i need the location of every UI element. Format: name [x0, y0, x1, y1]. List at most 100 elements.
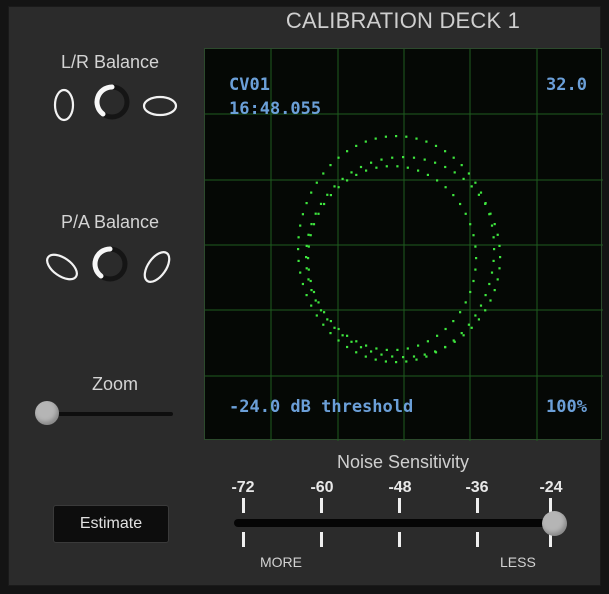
scope-trace-dot: [365, 169, 368, 172]
scope-trace-dot: [496, 233, 499, 236]
scope-trace-dot: [474, 245, 477, 248]
noise-tick-label: -36: [465, 479, 489, 496]
scope-trace-dot: [426, 173, 429, 176]
zoom-slider-track[interactable]: [47, 412, 173, 416]
scope-trace-dot: [426, 340, 429, 343]
scope-trace-dot: [346, 150, 349, 153]
scope-trace-dot: [314, 212, 317, 215]
noise-tick-label: -60: [310, 479, 334, 496]
scope-trace-dot: [444, 150, 447, 153]
scope-trace-dot: [314, 299, 317, 302]
scope-trace-dot: [452, 194, 455, 197]
scope-trace-dot: [333, 185, 336, 188]
scope-trace-dot: [477, 193, 480, 196]
lr-right-ellipse-icon: [142, 95, 178, 117]
scope-trace-dot: [460, 332, 463, 335]
scope-trace-dot: [492, 236, 495, 239]
noise-tick-mark: [398, 532, 401, 547]
scope-trace-dot: [436, 334, 439, 337]
scope-trace-dot: [319, 202, 323, 205]
scope-trace-dot: [323, 202, 326, 206]
scope-trace-dot: [355, 173, 358, 176]
scope-trace-dot: [364, 140, 367, 143]
scope-trace-dot: [460, 164, 463, 167]
scope-trace-dot: [493, 223, 496, 226]
noise-sensitivity-label: Noise Sensitivity: [336, 452, 470, 472]
scope-trace-dot: [490, 224, 494, 227]
scope-trace-dot: [310, 289, 313, 292]
noise-tick-mark: [476, 498, 479, 513]
scope-trace-dot: [323, 311, 326, 314]
estimate-button[interactable]: Estimate: [53, 505, 169, 543]
scope-trace-dot: [396, 165, 399, 168]
scope-trace-dot: [395, 135, 398, 138]
noise-tick-mark: [242, 498, 245, 513]
noise-tick-mark: [476, 532, 479, 547]
scope-trace-dot: [305, 256, 308, 259]
scope-trace-dot: [423, 353, 426, 356]
scope-trace-dot: [493, 289, 496, 292]
scope-trace-dot: [417, 169, 420, 172]
scope-trace-dot: [305, 202, 308, 205]
scope-trace-dot: [470, 326, 473, 329]
noise-more-label: MORE: [260, 554, 302, 570]
scope-trace-dot: [346, 179, 349, 182]
scope-trace-dot: [346, 345, 349, 349]
noise-tick-label: -24: [539, 479, 563, 496]
scope-trace-dot: [337, 339, 340, 342]
noise-sensitivity-thumb[interactable]: [542, 511, 567, 536]
scope-trace-dot: [402, 156, 405, 159]
scope-trace-dot: [425, 355, 428, 358]
pa-balance-label: P/A Balance: [60, 212, 160, 232]
scope-trace-dot: [452, 320, 455, 323]
scope-trace-dot: [434, 350, 437, 353]
pa-balance-control[interactable]: [40, 240, 190, 294]
scope-trace-dot: [297, 236, 300, 239]
scope-trace-dot: [329, 164, 332, 167]
lr-balance-knob[interactable]: [94, 84, 130, 120]
scope-channel: CV01: [229, 75, 270, 95]
scope-trace-dot: [472, 234, 475, 237]
scope-trace-dot: [475, 257, 478, 260]
scope-trace-dot: [484, 309, 487, 312]
noise-tick-mark: [320, 532, 323, 547]
scope-trace-dot: [464, 301, 467, 304]
scope-trace-dot: [462, 177, 465, 180]
scope-trace-dot: [499, 256, 502, 259]
scope-trace-dot: [423, 158, 426, 161]
scope-trace-dot: [434, 161, 437, 164]
scope-trace-dot: [350, 340, 353, 343]
scope-trace-dot: [474, 314, 477, 317]
scope-trace-dot: [444, 186, 447, 189]
scope-trace-dot: [299, 224, 302, 227]
scope-trace-dot: [310, 191, 313, 194]
scope-trace-dot: [375, 166, 378, 169]
pa-balance-knob[interactable]: [92, 246, 128, 282]
lr-balance-control[interactable]: [48, 78, 188, 128]
scope-trace-dot: [406, 347, 409, 350]
noise-tick-mark: [320, 498, 323, 513]
scope-trace-dot: [374, 358, 377, 361]
scope-trace-dot: [391, 355, 394, 358]
scope-trace-dot: [395, 361, 398, 364]
scope-trace-dot: [477, 318, 480, 321]
scope-trace-dot: [346, 334, 349, 337]
scope-trace-dot: [498, 267, 501, 270]
scope-trace-dot: [374, 137, 377, 140]
zoom-slider-thumb[interactable]: [35, 401, 59, 425]
scope-trace-dot: [337, 327, 340, 331]
scope-trace-dot: [301, 213, 304, 216]
scope-trace-dot: [385, 165, 388, 168]
scope-trace-dot: [355, 144, 358, 147]
scope-percent: 100%: [546, 397, 587, 417]
scope-trace-dot: [406, 166, 409, 169]
noise-sensitivity-track[interactable]: [234, 519, 556, 527]
scope-trace-dot: [341, 177, 344, 180]
scope-trace-dot: [470, 185, 473, 188]
scope-trace-dot: [305, 294, 308, 297]
scope-trace-dot: [453, 171, 456, 174]
scope-trace-dot: [479, 191, 483, 194]
scope-trace-dot: [452, 156, 455, 159]
lr-balance-label: L/R Balance: [60, 52, 160, 72]
scope-trace-dot: [359, 346, 363, 349]
